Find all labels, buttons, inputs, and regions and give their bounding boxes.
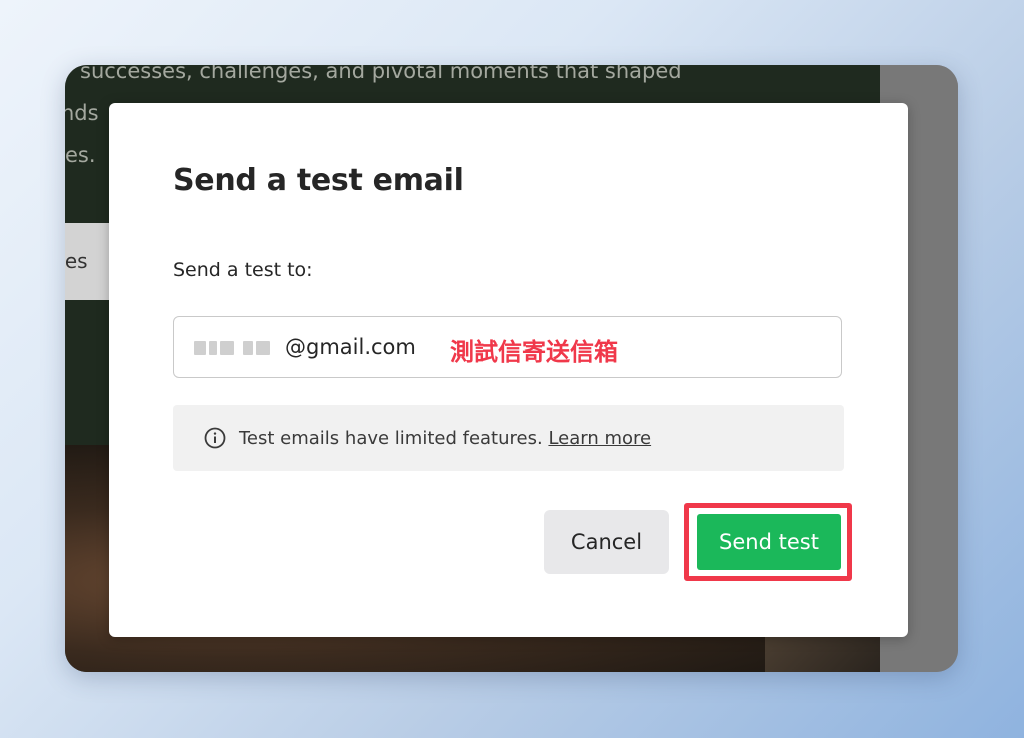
redacted-email-username: [194, 339, 278, 357]
info-notice: Test emails have limited features. Learn…: [173, 405, 844, 471]
learn-more-link[interactable]: Learn more: [548, 428, 651, 449]
background-text-line: nds: [65, 101, 99, 125]
info-text: Test emails have limited features.: [239, 428, 543, 449]
background-text-line: es.: [65, 143, 96, 167]
dialog-title: Send a test email: [173, 163, 464, 198]
email-domain-text: @gmail.com: [285, 335, 416, 359]
annotation-label: 測試信寄送信箱: [450, 338, 618, 366]
recipient-email-input[interactable]: @gmail.com 測試信寄送信箱: [173, 316, 842, 378]
background-text-line: successes, challenges, and pivotal momen…: [80, 65, 682, 83]
cancel-button[interactable]: Cancel: [544, 510, 669, 574]
info-message: Test emails have limited features. Learn…: [239, 428, 651, 449]
send-test-button[interactable]: Send test: [697, 514, 841, 570]
send-test-email-dialog: Send a test email Send a test to: @gmail…: [109, 103, 908, 637]
recipient-label: Send a test to:: [173, 259, 313, 281]
info-circle-icon: [204, 427, 226, 449]
